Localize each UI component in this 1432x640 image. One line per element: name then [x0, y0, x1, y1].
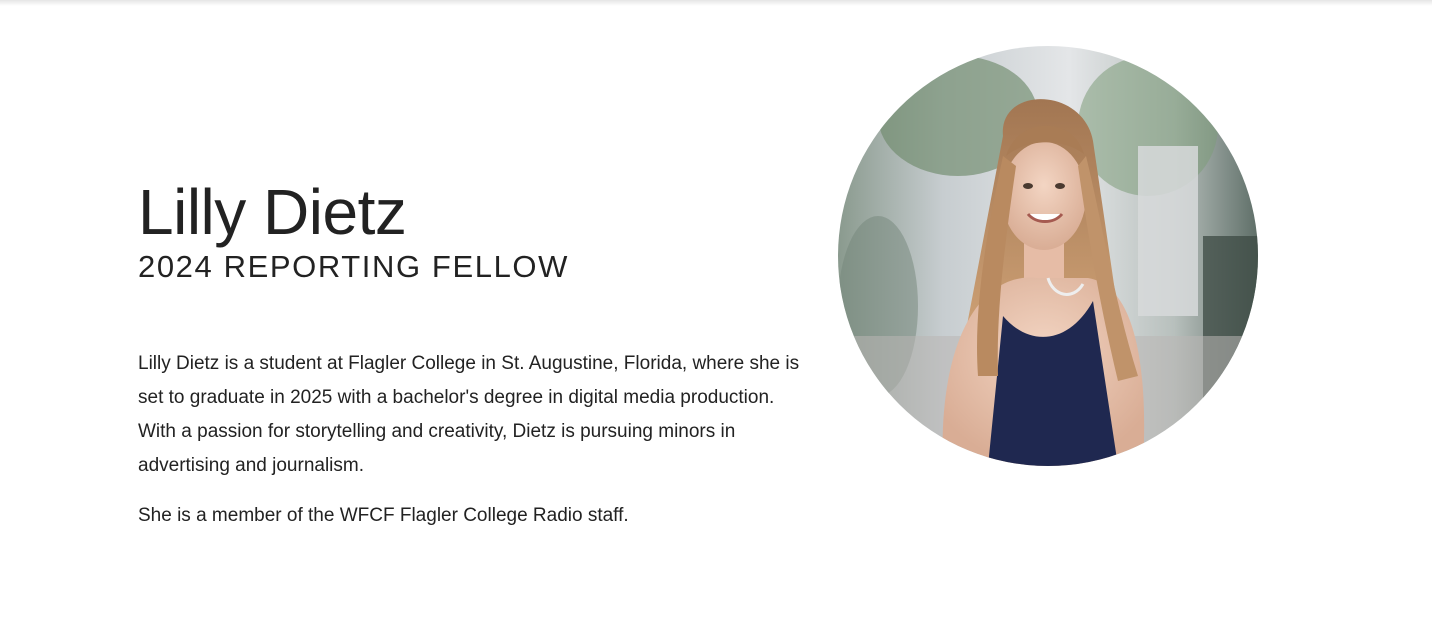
header-shadow — [0, 0, 1432, 6]
fellow-profile-page: Lilly Dietz 2024 REPORTING FELLOW Lilly … — [0, 0, 1432, 640]
bio-paragraph: She is a member of the WFCF Flagler Coll… — [138, 505, 629, 526]
bio-paragraph: Lilly Dietz is a student at Flagler Coll… — [138, 353, 800, 476]
bio-section: Lilly Dietz is a student at Flagler Coll… — [138, 347, 803, 533]
portrait-photo — [838, 46, 1258, 466]
fellow-name: Lilly Dietz — [138, 176, 407, 248]
fellow-role: 2024 REPORTING FELLOW — [138, 249, 569, 284]
bio-text-column: Lilly Dietz 2024 REPORTING FELLOW Lilly … — [138, 170, 803, 549]
